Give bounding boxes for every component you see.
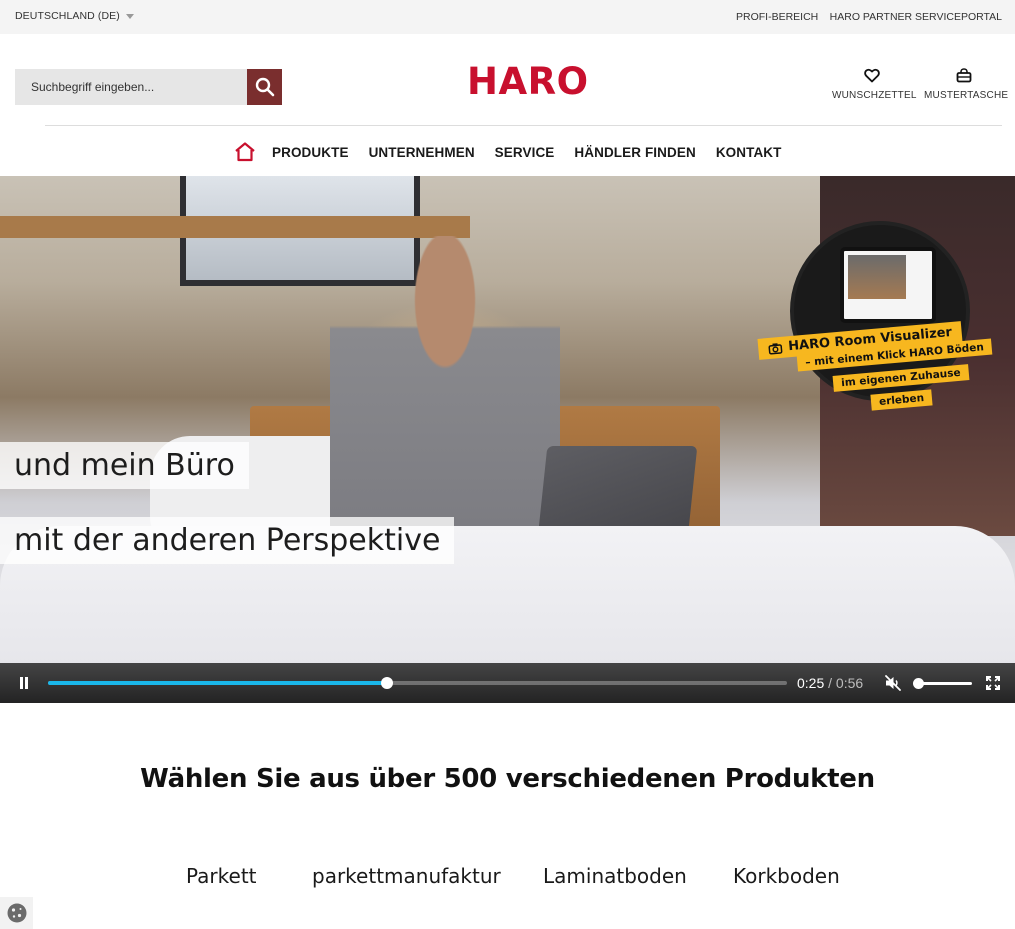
sample-bag-label: MUSTERTASCHE xyxy=(924,90,1009,101)
country-label: DEUTSCHLAND (DE) xyxy=(15,10,120,22)
camera-icon xyxy=(768,342,783,355)
man-figure xyxy=(330,236,560,556)
category-korkboden[interactable]: Korkboden xyxy=(733,864,840,888)
cookie-icon xyxy=(7,903,26,923)
cookie-settings-button[interactable] xyxy=(0,897,33,929)
video-time: 0:25 / 0:56 xyxy=(797,675,863,691)
top-utility-bar: DEUTSCHLAND (DE) PROFI-BEREICH HARO PART… xyxy=(0,0,1015,34)
shopping-bag-icon xyxy=(956,68,972,83)
main-navigation: PRODUKTE UNTERNEHMEN SERVICE HÄNDLER FIN… xyxy=(234,141,802,163)
video-progress-bar[interactable] xyxy=(48,677,787,689)
video-caption-line-1: und mein Büro xyxy=(0,442,249,489)
tablet-image xyxy=(840,247,936,323)
wishlist-label: WUNSCHZETTEL xyxy=(832,90,917,101)
partner-serviceportal-link[interactable]: HARO PARTNER SERVICEPORTAL xyxy=(830,11,1002,23)
video-duration: 0:56 xyxy=(835,675,864,691)
heart-icon xyxy=(864,68,880,83)
category-parkettmanufaktur[interactable]: parkettmanufaktur xyxy=(312,864,501,888)
category-parkett[interactable]: Parkett xyxy=(186,864,257,888)
volume-handle[interactable] xyxy=(913,678,924,689)
caret-down-icon xyxy=(125,14,134,19)
window-sill xyxy=(0,216,470,238)
nav-item-unternehmen[interactable]: UNTERNEHMEN xyxy=(369,145,475,160)
haro-logo[interactable]: HARO xyxy=(467,60,589,103)
fullscreen-icon[interactable] xyxy=(986,676,1000,690)
current-time: 0:25 xyxy=(797,675,825,691)
nav-item-kontakt[interactable]: KONTAKT xyxy=(716,145,782,160)
country-selector[interactable]: DEUTSCHLAND (DE) xyxy=(15,10,134,22)
search-bar xyxy=(15,69,282,105)
muted-speaker-icon[interactable] xyxy=(884,674,902,692)
nav-item-service[interactable]: SERVICE xyxy=(495,145,555,160)
video-caption-line-2: mit der anderen Perspektive xyxy=(0,517,455,564)
volume-slider[interactable] xyxy=(913,678,972,689)
search-input[interactable] xyxy=(15,69,247,105)
sample-bag-button[interactable]: MUSTERTASCHE xyxy=(924,68,1008,101)
video-progress-handle[interactable] xyxy=(381,677,394,689)
category-laminatboden[interactable]: Laminatboden xyxy=(543,864,687,888)
pause-icon[interactable] xyxy=(18,677,30,689)
nav-item-haendler-finden[interactable]: HÄNDLER FINDEN xyxy=(574,145,695,160)
time-separator: / xyxy=(828,675,833,691)
search-icon xyxy=(255,77,274,97)
wishlist-button[interactable]: WUNSCHZETTEL xyxy=(832,68,916,101)
nav-item-produkte[interactable]: PRODUKTE xyxy=(272,145,349,160)
profi-bereich-link[interactable]: PROFI-BEREICH xyxy=(736,11,818,23)
home-icon[interactable] xyxy=(234,141,256,163)
hero-video[interactable]: und mein Büro mit der anderen Perspektiv… xyxy=(0,176,1015,703)
video-progress-fill xyxy=(48,681,388,685)
video-controls: 0:25 / 0:56 xyxy=(0,663,1015,703)
header-divider xyxy=(45,125,1002,126)
search-button[interactable] xyxy=(247,69,282,105)
products-headline: Wählen Sie aus über 500 verschiedenen Pr… xyxy=(140,764,875,794)
